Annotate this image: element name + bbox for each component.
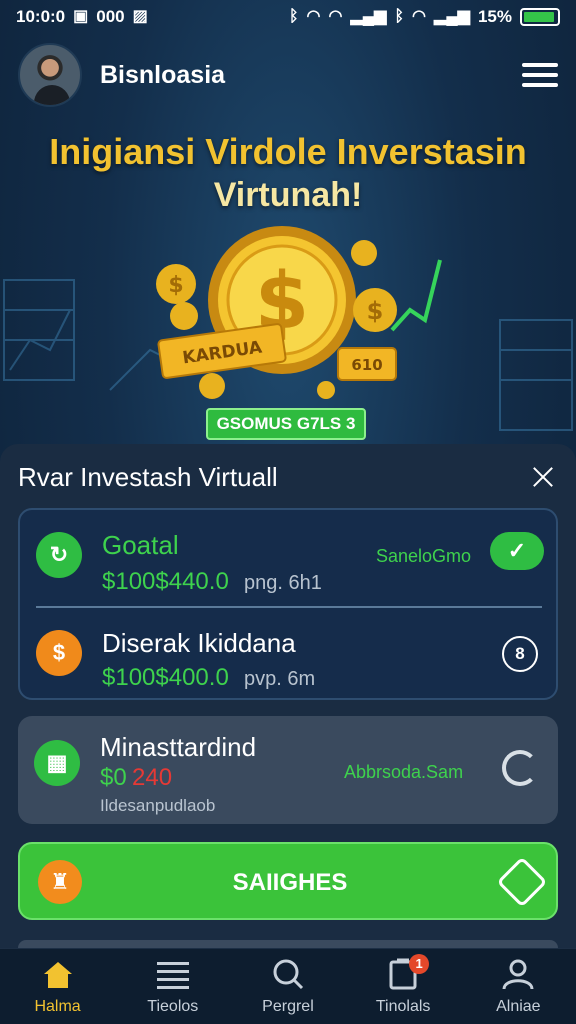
gold-bar-icon: 610 bbox=[337, 347, 397, 381]
status-left-text: 000 bbox=[96, 7, 125, 26]
hero-title: Inigiansi Virdole Inverstasin bbox=[49, 131, 527, 172]
check-icon[interactable]: ✓ bbox=[490, 532, 544, 570]
bottom-nav: Halma Tieolos Pergrel 1 Tinolals Alniae bbox=[0, 948, 576, 1024]
notification-badge: 1 bbox=[409, 953, 430, 974]
row-amount-suffix: png. 6h1 bbox=[244, 572, 322, 594]
nav-label: Pergrel bbox=[262, 997, 314, 1015]
growth-line-icon bbox=[390, 259, 442, 332]
small-coin-icon bbox=[317, 381, 335, 399]
menu-icon-line bbox=[522, 83, 558, 87]
nav-item-profile[interactable]: Alniae bbox=[468, 958, 568, 1016]
bluetooth-icon: ᛒ bbox=[288, 8, 299, 25]
small-coin-icon bbox=[199, 373, 225, 399]
wifi-icon: ◠ bbox=[306, 8, 321, 25]
panel-header: Rvar Investash Virtuall bbox=[18, 460, 558, 494]
battery-percent: 15% bbox=[477, 7, 512, 26]
svg-text:$: $ bbox=[367, 297, 384, 325]
wifi-icon: ◠ bbox=[328, 8, 343, 25]
next-card-edge bbox=[18, 940, 558, 948]
status-right: ᛒ ◠ ◠ ▂▄▆ ᛒ ◠ ▂▄▆ 15% bbox=[289, 7, 560, 27]
row-title: Minasttardind bbox=[100, 732, 257, 762]
status-bar: 10:0:0 ▣ 000 ▨ ᛒ ◠ ◠ ▂▄▆ ᛒ ◠ ▂▄▆ 15% bbox=[0, 0, 576, 34]
nav-label: Halma bbox=[34, 997, 81, 1015]
nav-label: Tieolos bbox=[147, 997, 199, 1015]
row-amount: $100$440.0 bbox=[102, 568, 229, 595]
wifi-icon: ◠ bbox=[412, 8, 427, 25]
app-screen: 10:0:0 ▣ 000 ▨ ᛒ ◠ ◠ ▂▄▆ ᛒ ◠ ▂▄▆ 15% Bis… bbox=[0, 0, 576, 1024]
sim-icon: ▣ bbox=[73, 8, 89, 25]
search-icon bbox=[270, 958, 306, 990]
battery-fill bbox=[524, 12, 555, 22]
menu-button[interactable] bbox=[522, 60, 558, 90]
bluetooth-icon: ᛒ bbox=[394, 8, 405, 25]
svg-text:$: $ bbox=[168, 273, 183, 298]
small-coin-icon: $ bbox=[156, 264, 196, 304]
investment-panel: Rvar Investash Virtuall ↻ Goatal $100$44… bbox=[0, 444, 576, 948]
user-icon bbox=[500, 958, 536, 990]
battery-icon bbox=[520, 8, 560, 26]
small-coin-icon: $ bbox=[353, 288, 397, 332]
list-item[interactable]: ▦ Minasttardind $0 240 Ildesanpudlaob Ab… bbox=[18, 716, 558, 824]
primary-action-label: SAIIGHES bbox=[232, 869, 348, 896]
row-title: Goatal bbox=[102, 530, 179, 560]
dollar-coin-icon: $ bbox=[36, 630, 82, 676]
promo-badge[interactable]: GSOMUS G7LS 3 bbox=[206, 408, 366, 440]
close-icon[interactable] bbox=[528, 462, 558, 492]
app-title: Bisnloasia bbox=[100, 60, 226, 89]
list-item[interactable]: $ Diserak Ikiddana $100$400.0 pvp. 6m 8 bbox=[20, 606, 556, 702]
signal-icon: ▂▄▆ bbox=[434, 8, 470, 25]
row-status: Abbrsoda.Sam bbox=[344, 762, 464, 782]
nav-item-tasks[interactable]: 1 Tinolals bbox=[353, 953, 453, 1016]
nav-label: Alniae bbox=[496, 997, 541, 1015]
status-time: 10:0:0 bbox=[16, 7, 66, 26]
counter-icon[interactable]: 8 bbox=[502, 636, 538, 672]
row-amount: $0 bbox=[100, 764, 127, 791]
row-amount-red: 240 bbox=[132, 764, 173, 791]
row-amount-suffix: pvp. 6m bbox=[244, 668, 316, 690]
calculator-icon: ▦ bbox=[34, 740, 80, 786]
row-title: Diserak Ikiddana bbox=[102, 628, 296, 658]
avatar[interactable] bbox=[18, 43, 82, 107]
image-icon: ▨ bbox=[132, 8, 148, 25]
row-status: SaneloGmo bbox=[376, 546, 472, 566]
app-header: Bisnloasia bbox=[18, 42, 558, 108]
home-icon bbox=[40, 958, 76, 990]
panel-title: Rvar Investash Virtuall bbox=[18, 461, 278, 492]
nav-item-list[interactable]: Tieolos bbox=[123, 958, 223, 1016]
nav-label: Tinolals bbox=[375, 997, 431, 1015]
menu-icon-line bbox=[522, 63, 558, 67]
header-left: Bisnloasia bbox=[18, 43, 225, 107]
refresh-dollar-icon: ↻ bbox=[36, 532, 82, 578]
nav-item-search[interactable]: Pergrel bbox=[238, 958, 338, 1016]
refresh-icon[interactable] bbox=[502, 750, 538, 786]
menu-icon-line bbox=[522, 73, 558, 77]
row-amount: $100$400.0 bbox=[102, 664, 229, 691]
list-icon bbox=[155, 958, 191, 990]
row-note: Ildesanpudlaob bbox=[100, 796, 216, 815]
status-left: 10:0:0 ▣ 000 ▨ bbox=[16, 7, 148, 27]
primary-action-button[interactable]: ♜ SAIIGHES bbox=[18, 842, 558, 920]
small-coin-icon bbox=[351, 240, 377, 266]
list-item[interactable]: ↻ Goatal $100$440.0 png. 6h1 SaneloGmo ✓ bbox=[20, 510, 556, 606]
hero-subtitle: Virtunah! bbox=[213, 176, 363, 214]
gold-bar-label: 610 bbox=[351, 356, 382, 374]
investment-card-group: ↻ Goatal $100$440.0 png. 6h1 SaneloGmo ✓… bbox=[18, 508, 558, 700]
signal-icon: ▂▄▆ bbox=[350, 8, 387, 25]
small-coin-icon bbox=[170, 302, 198, 330]
nav-item-home[interactable]: Halma bbox=[8, 958, 108, 1016]
